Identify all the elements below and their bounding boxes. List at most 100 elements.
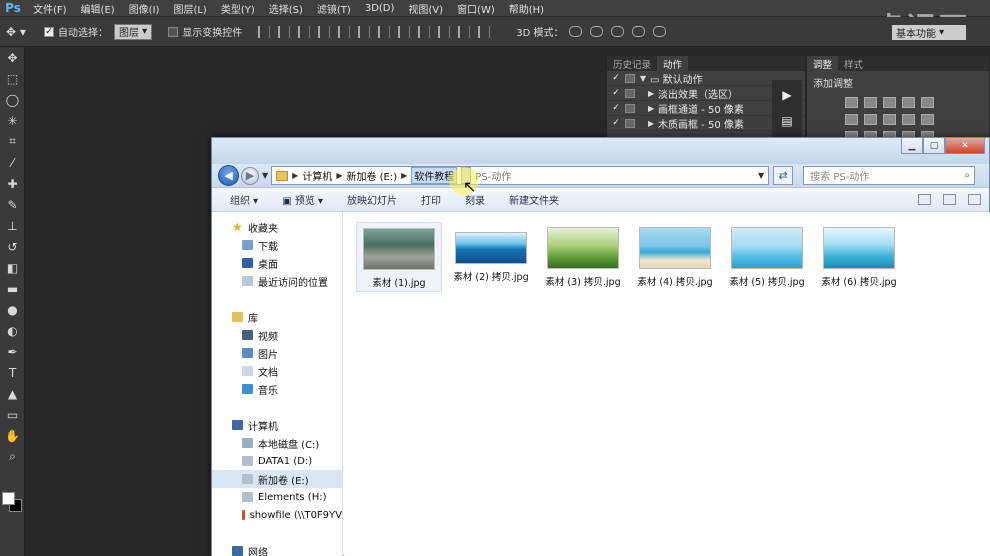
menu-view[interactable]: 视图(V) bbox=[401, 1, 450, 16]
organize-button[interactable]: 组织 ▾ bbox=[230, 192, 258, 207]
lasso-tool-icon[interactable]: ◯ bbox=[0, 89, 25, 110]
eraser-tool-icon[interactable]: ◧ bbox=[0, 257, 25, 278]
blur-tool-icon[interactable]: ● bbox=[0, 299, 25, 320]
align-icon[interactable] bbox=[318, 25, 331, 38]
file-item[interactable]: 素材 (6) 拷贝.jpg bbox=[816, 222, 902, 292]
menu-layer[interactable]: 图层(L) bbox=[166, 1, 213, 16]
nav-drive-e[interactable]: 新加卷 (E:) bbox=[212, 470, 342, 488]
nav-drive-c[interactable]: 本地磁盘 (C:) bbox=[212, 434, 342, 452]
nav-pictures[interactable]: 图片 bbox=[212, 344, 342, 362]
tab-history[interactable]: 历史记录 bbox=[607, 56, 657, 71]
nav-network-share[interactable]: showfile (\\T0F9YV bbox=[212, 506, 342, 524]
play-icon[interactable]: ▶ bbox=[782, 88, 791, 102]
address-dropdown-icon[interactable]: ▼ bbox=[758, 171, 764, 180]
chevron-right-icon[interactable]: ▶ bbox=[336, 171, 342, 180]
actions-icon[interactable]: ▤ bbox=[781, 114, 792, 128]
history-brush-icon[interactable]: ↺ bbox=[0, 236, 25, 257]
nav-computer[interactable]: 计算机 bbox=[212, 416, 342, 434]
tab-styles[interactable]: 样式 bbox=[838, 56, 869, 71]
workspace-dropdown[interactable]: 基本功能 ▾ bbox=[892, 25, 966, 40]
dialog-toggle-icon[interactable] bbox=[625, 118, 635, 128]
vibrance-icon[interactable] bbox=[921, 97, 934, 108]
stamp-tool-icon[interactable]: ⊥ bbox=[0, 215, 25, 236]
photo-filter-icon[interactable] bbox=[902, 114, 915, 125]
nav-network[interactable]: 网络 bbox=[212, 542, 342, 556]
marquee-tool-icon[interactable]: ⬚ bbox=[0, 68, 25, 89]
history-dropdown-icon[interactable]: ▼ bbox=[262, 171, 268, 180]
check-icon[interactable]: ✓ bbox=[607, 88, 625, 98]
nav-desktop[interactable]: 桌面 bbox=[212, 254, 342, 272]
eyedropper-icon[interactable]: ⁄ bbox=[0, 152, 25, 173]
3d-roll-icon[interactable] bbox=[590, 26, 604, 37]
foreground-color-swatch[interactable] bbox=[2, 492, 15, 505]
file-item[interactable]: 素材 (4) 拷贝.jpg bbox=[632, 222, 718, 292]
menu-help[interactable]: 帮助(H) bbox=[502, 1, 551, 16]
dodge-tool-icon[interactable]: ◐ bbox=[0, 320, 25, 341]
nav-libraries[interactable]: 库 bbox=[212, 308, 342, 326]
black-white-icon[interactable] bbox=[883, 114, 896, 125]
align-icon[interactable] bbox=[258, 25, 271, 38]
chevron-right-icon[interactable]: ▶ bbox=[648, 89, 658, 98]
preview-pane-icon[interactable] bbox=[943, 194, 956, 205]
minimize-button[interactable]: ▁ bbox=[901, 138, 923, 154]
distribute-icon[interactable] bbox=[438, 25, 451, 38]
auto-select-checkbox[interactable]: ✓ bbox=[44, 26, 54, 37]
dialog-toggle-icon[interactable] bbox=[625, 88, 635, 98]
distribute-icon[interactable] bbox=[378, 25, 391, 38]
dialog-toggle-icon[interactable] bbox=[625, 73, 635, 83]
menu-select[interactable]: 选择(S) bbox=[262, 1, 310, 16]
chevron-right-icon[interactable]: ▶ bbox=[292, 171, 298, 180]
align-icon[interactable] bbox=[358, 25, 371, 38]
move-tool-icon[interactable]: ✥ ▾ bbox=[6, 25, 44, 39]
preview-button[interactable]: ▣ 预览 ▾ bbox=[282, 192, 323, 207]
curves-icon[interactable] bbox=[883, 97, 896, 108]
menu-filter[interactable]: 滤镜(T) bbox=[310, 1, 358, 16]
3d-slide-icon[interactable] bbox=[632, 26, 646, 37]
breadcrumb-drive-e[interactable]: 新加卷 (E:) bbox=[346, 168, 397, 183]
file-item[interactable]: 素材 (1).jpg bbox=[356, 222, 442, 292]
dialog-toggle-icon[interactable] bbox=[625, 103, 635, 113]
channel-mixer-icon[interactable] bbox=[921, 114, 934, 125]
help-icon[interactable] bbox=[968, 194, 981, 205]
print-button[interactable]: 打印 bbox=[421, 192, 441, 207]
change-view-icon[interactable] bbox=[918, 194, 931, 205]
distribute-icon[interactable] bbox=[458, 25, 471, 38]
nav-recent[interactable]: 最近访问的位置 bbox=[212, 272, 342, 290]
check-icon[interactable]: ✓ bbox=[607, 103, 625, 113]
healing-brush-icon[interactable]: ✚ bbox=[0, 173, 25, 194]
slideshow-button[interactable]: 放映幻灯片 bbox=[347, 192, 397, 207]
menu-edit[interactable]: 编辑(E) bbox=[74, 1, 122, 16]
nav-documents[interactable]: 文档 bbox=[212, 362, 342, 380]
hue-saturation-icon[interactable] bbox=[845, 114, 858, 125]
align-icon[interactable] bbox=[338, 25, 351, 38]
gradient-tool-icon[interactable]: ▬ bbox=[0, 278, 25, 299]
align-icon[interactable] bbox=[298, 25, 311, 38]
3d-rotate-icon[interactable] bbox=[569, 26, 583, 37]
distribute-icon[interactable] bbox=[398, 25, 411, 38]
pen-tool-icon[interactable]: ✒ bbox=[0, 341, 25, 362]
file-item[interactable]: 素材 (2) 拷贝.jpg bbox=[448, 222, 534, 292]
chevron-down-icon[interactable]: ▼ bbox=[640, 74, 650, 83]
path-select-icon[interactable]: ▲ bbox=[0, 383, 25, 404]
distribute-icon[interactable] bbox=[478, 25, 491, 38]
3d-scale-icon[interactable] bbox=[653, 26, 667, 37]
back-button[interactable]: ◀ bbox=[218, 165, 239, 186]
chevron-right-icon[interactable]: ▶ bbox=[648, 119, 658, 128]
shape-tool-icon[interactable]: ▭ bbox=[0, 404, 25, 425]
brush-tool-icon[interactable]: ✎ bbox=[0, 194, 25, 215]
type-tool-icon[interactable]: T bbox=[0, 362, 25, 383]
file-item[interactable]: 素材 (3) 拷贝.jpg bbox=[540, 222, 626, 292]
nav-videos[interactable]: 视频 bbox=[212, 326, 342, 344]
refresh-button[interactable]: ⇄ bbox=[773, 166, 794, 185]
move-tool-icon[interactable]: ✥ bbox=[0, 47, 25, 68]
distribute-icon[interactable] bbox=[418, 25, 431, 38]
menu-type[interactable]: 类型(Y) bbox=[214, 1, 262, 16]
exposure-icon[interactable] bbox=[902, 97, 915, 108]
nav-downloads[interactable]: 下载 bbox=[212, 236, 342, 254]
nav-favorites[interactable]: ★ 收藏夹 bbox=[212, 218, 342, 236]
address-input[interactable]: ▶ 计算机 ▶ 新加卷 (E:) ▶ 软件教程 ▼ PS-动作 ▼ bbox=[271, 166, 770, 185]
color-balance-icon[interactable] bbox=[864, 114, 877, 125]
check-icon[interactable]: ✓ bbox=[607, 118, 625, 128]
search-icon[interactable]: ⌕ bbox=[965, 170, 971, 181]
check-icon[interactable]: ✓ bbox=[607, 73, 625, 83]
